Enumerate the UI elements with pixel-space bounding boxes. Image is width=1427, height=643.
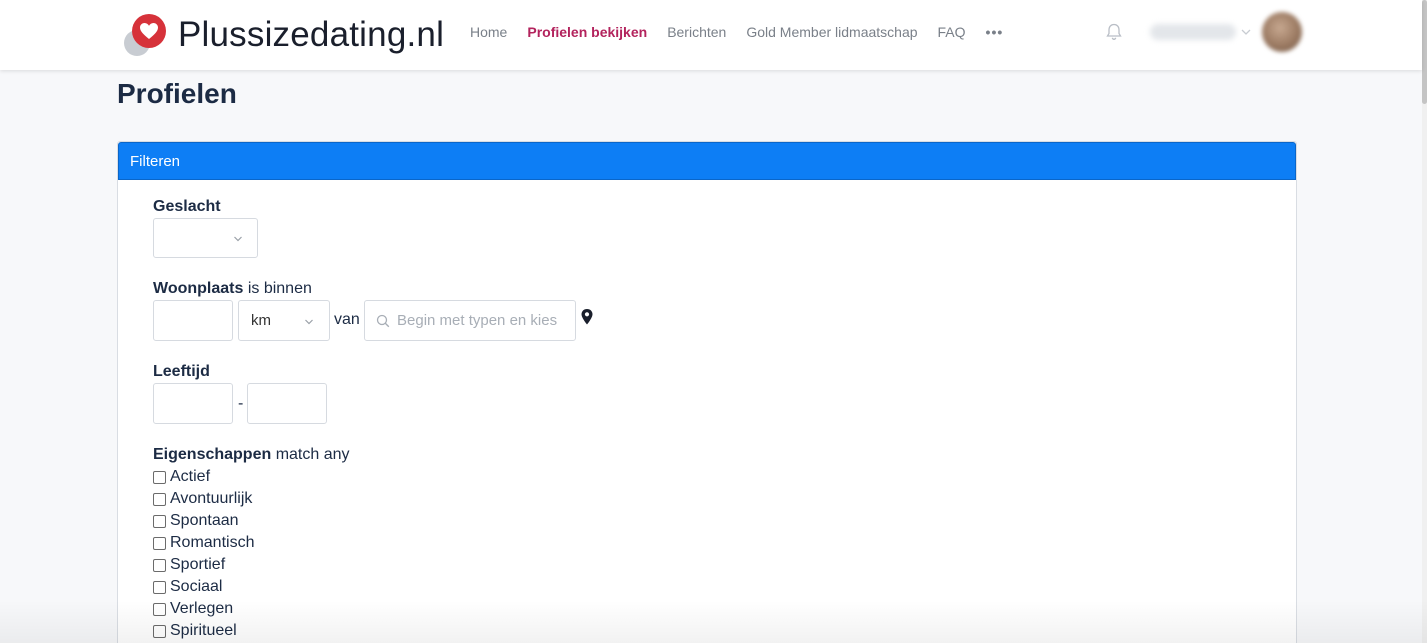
checkbox[interactable] [153, 536, 166, 550]
checkbox[interactable] [153, 558, 166, 572]
age-max-input[interactable] [247, 383, 327, 424]
trait-option[interactable]: Spiritueel [153, 622, 237, 640]
trait-option[interactable]: Verlegen [153, 600, 233, 618]
page-title: Profielen [117, 78, 237, 109]
scrollbar[interactable] [1422, 0, 1427, 643]
logo-text: Plussizedating.nl [178, 15, 445, 54]
nav-faq[interactable]: FAQ [938, 24, 966, 40]
age-min-input[interactable] [153, 383, 233, 424]
search-icon [376, 314, 390, 328]
logo-heart-icon [122, 12, 168, 58]
chevron-down-icon [234, 236, 242, 242]
trait-option[interactable]: Sportief [153, 556, 225, 574]
nav-berichten[interactable]: Berichten [667, 24, 726, 40]
more-menu-icon[interactable]: ••• [986, 24, 1004, 40]
age-separator: - [238, 395, 244, 412]
checkbox[interactable] [153, 492, 166, 506]
location-label: Woonplaats is binnen [153, 280, 312, 297]
trait-option[interactable]: Spontaan [153, 512, 239, 530]
traits-label: Eigenschappen match any [153, 446, 350, 463]
location-search-input[interactable]: Begin met typen en kies [364, 300, 576, 341]
nav-profielen-bekijken[interactable]: Profielen bekijken [527, 24, 647, 40]
checkbox[interactable] [153, 470, 166, 484]
user-name-blurred[interactable] [1150, 24, 1236, 40]
van-label: van [334, 311, 360, 328]
trait-option[interactable]: Romantisch [153, 534, 254, 552]
bell-icon[interactable] [1104, 22, 1124, 42]
avatar[interactable] [1262, 12, 1302, 52]
trait-option[interactable]: Sociaal [153, 578, 222, 596]
filter-panel-header[interactable]: Filteren [118, 142, 1296, 180]
checkbox[interactable] [153, 602, 166, 616]
trait-option[interactable]: Avontuurlijk [153, 490, 252, 508]
chevron-down-icon [305, 319, 313, 325]
checkbox[interactable] [153, 514, 166, 528]
checkbox[interactable] [153, 580, 166, 594]
age-label: Leeftijd [153, 363, 210, 380]
nav-home[interactable]: Home [470, 24, 507, 40]
gender-label: Geslacht [153, 198, 221, 215]
filter-panel: Filteren Geslacht Woonplaats is binnen k… [117, 141, 1297, 643]
top-navbar: Plussizedating.nl Home Profielen bekijke… [0, 0, 1422, 70]
site-logo[interactable]: Plussizedating.nl [122, 12, 444, 58]
main-nav: Home Profielen bekijken Berichten Gold M… [470, 0, 1003, 64]
trait-option[interactable]: Actief [153, 468, 210, 486]
distance-unit-select[interactable]: km [238, 300, 330, 341]
checkbox[interactable] [153, 624, 166, 638]
gender-select[interactable] [153, 218, 258, 258]
map-pin-icon[interactable] [580, 308, 594, 326]
nav-gold-member[interactable]: Gold Member lidmaatschap [746, 24, 917, 40]
distance-input[interactable] [153, 300, 233, 341]
scrollbar-thumb[interactable] [1422, 0, 1427, 104]
chevron-down-icon[interactable] [1240, 26, 1252, 38]
